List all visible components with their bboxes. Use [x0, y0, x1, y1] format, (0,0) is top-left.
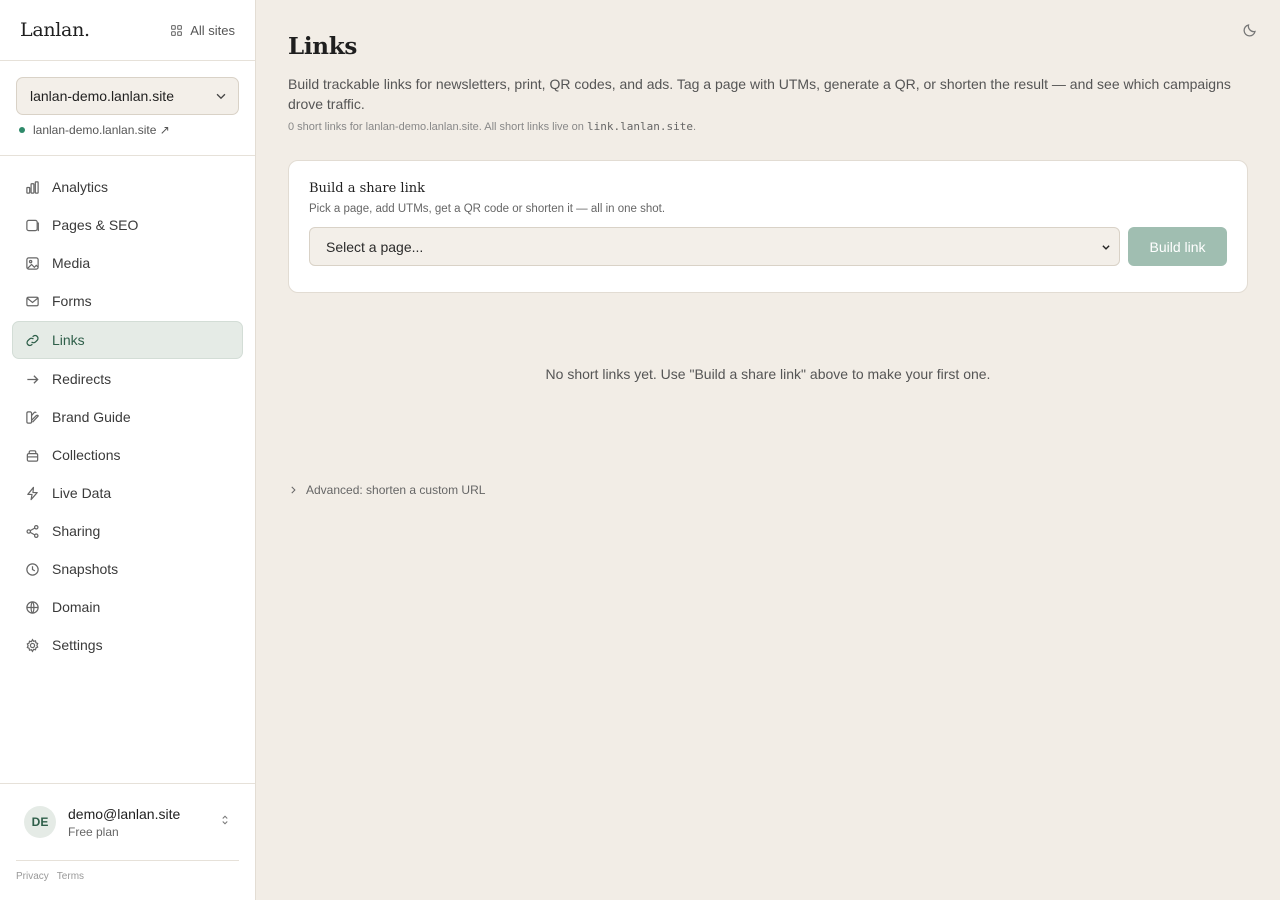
- grid-icon: [171, 24, 183, 36]
- terms-link[interactable]: Terms: [57, 871, 84, 882]
- chevron-up-down-icon: [219, 813, 231, 831]
- build-link-card: Build a share link Pick a page, add UTMs…: [288, 160, 1248, 293]
- main-content: Links Build trackable links for newslett…: [288, 33, 1248, 497]
- sidebar-item-label: Collections: [52, 447, 121, 463]
- advanced-toggle[interactable]: Advanced: shorten a custom URL: [288, 483, 1248, 497]
- lightning-icon: [27, 486, 38, 500]
- sidebar-item-label: Pages & SEO: [52, 217, 139, 233]
- palette-icon: [26, 410, 39, 424]
- legal-links: Privacy Terms: [16, 861, 239, 882]
- site-external-link[interactable]: lanlan-demo.lanlan.site ↗: [16, 123, 239, 137]
- sidebar-item-label: Redirects: [52, 371, 112, 387]
- site-switcher-value: lanlan-demo.lanlan.site: [30, 88, 174, 104]
- page-select-value: Select a page...: [326, 238, 424, 255]
- sidebar-item-label: Sharing: [52, 523, 101, 539]
- page-title: Links: [288, 33, 358, 60]
- sidebar-item-label: Brand Guide: [52, 409, 131, 425]
- page-select[interactable]: Select a page...: [309, 227, 1120, 266]
- empty-state: No short links yet. Use "Build a share l…: [545, 366, 991, 382]
- gear-icon: [26, 638, 39, 652]
- advanced-label: Advanced: shorten a custom URL: [306, 483, 486, 497]
- meta-domain: link.lanlan.site: [586, 120, 693, 133]
- card-controls: Select a page... Build link: [309, 227, 1227, 266]
- status-dot: [19, 127, 25, 133]
- brand-row: Lanlan. All sites: [0, 0, 255, 61]
- sidebar-item-live-data[interactable]: Live Data: [12, 474, 243, 512]
- all-sites-link[interactable]: All sites: [170, 23, 235, 38]
- site-link-label: lanlan-demo.lanlan.site ↗: [33, 123, 170, 137]
- sidebar-item-links[interactable]: Links: [12, 321, 243, 359]
- page-description: Build trackable links for newsletters, p…: [288, 76, 1231, 112]
- sidebar-item-settings[interactable]: Settings: [12, 626, 243, 664]
- bar-chart-icon: [26, 180, 39, 194]
- all-sites-label: All sites: [190, 22, 235, 38]
- sidebar-item-label: Forms: [52, 293, 92, 309]
- sidebar-item-label: Settings: [52, 637, 103, 653]
- meta-suffix: .: [692, 121, 697, 133]
- page-meta: 0 short links for lanlan-demo.lanlan.sit…: [288, 120, 1248, 133]
- globe-icon: [26, 600, 39, 614]
- avatar: DE: [24, 806, 56, 838]
- sidebar-item-snapshots[interactable]: Snapshots: [12, 550, 243, 588]
- collection-icon: [26, 449, 39, 462]
- sidebar-item-media[interactable]: Media: [12, 244, 243, 282]
- privacy-link[interactable]: Privacy: [16, 871, 49, 882]
- image-icon: [26, 256, 39, 270]
- sidebar-item-collections[interactable]: Collections: [12, 436, 243, 474]
- card-subtitle: Pick a page, add UTMs, get a QR code or …: [309, 203, 666, 215]
- sidebar-item-forms[interactable]: Forms: [12, 282, 243, 320]
- site-block: lanlan-demo.lanlan.site lanlan-demo.lanl…: [0, 61, 255, 156]
- sidebar-item-label: Domain: [52, 599, 101, 615]
- sidebar-item-label: Links: [52, 332, 85, 348]
- arrow-right-icon: [27, 374, 39, 384]
- chevron-down-icon: [1102, 244, 1110, 250]
- sidebar-item-analytics[interactable]: Analytics: [12, 168, 243, 206]
- link-icon: [26, 334, 39, 346]
- meta-prefix: 0 short links for lanlan-demo.lanlan.sit…: [288, 121, 587, 133]
- build-link-button[interactable]: Build link: [1128, 227, 1227, 266]
- sidebar-item-redirects[interactable]: Redirects: [12, 360, 243, 398]
- account-plan: Free plan: [68, 824, 119, 839]
- sidebar-item-label: Analytics: [52, 179, 109, 195]
- account-section: DE demo@lanlan.site Free plan Privacy Te…: [0, 783, 255, 900]
- sidebar-item-domain[interactable]: Domain: [12, 588, 243, 626]
- account-info: demo@lanlan.site Free plan: [68, 806, 219, 839]
- sidebar: Lanlan. All sites lanlan-demo.lanlan.sit…: [0, 0, 256, 900]
- sidebar-item-pages-seo[interactable]: Pages & SEO: [12, 206, 243, 244]
- mail-icon: [26, 296, 39, 306]
- page-icon: [26, 219, 39, 231]
- sidebar-item-brand-guide[interactable]: Brand Guide: [12, 398, 243, 436]
- sidebar-item-label: Live Data: [52, 485, 112, 501]
- share-icon: [26, 524, 39, 538]
- sidebar-item-sharing[interactable]: Sharing: [12, 512, 243, 550]
- chevron-down-icon: [216, 93, 226, 100]
- card-title: Build a share link: [309, 181, 425, 196]
- clock-icon: [26, 562, 39, 576]
- logo[interactable]: Lanlan.: [20, 19, 90, 41]
- account-email: demo@lanlan.site: [68, 805, 181, 822]
- account-switcher[interactable]: DE demo@lanlan.site Free plan: [16, 784, 239, 861]
- sidebar-nav: Analytics Pages & SEO Media Forms Links …: [0, 156, 255, 664]
- sidebar-item-label: Media: [52, 255, 91, 271]
- site-switcher[interactable]: lanlan-demo.lanlan.site: [16, 77, 239, 115]
- chevron-right-icon: [291, 486, 296, 494]
- sidebar-item-label: Snapshots: [52, 561, 119, 577]
